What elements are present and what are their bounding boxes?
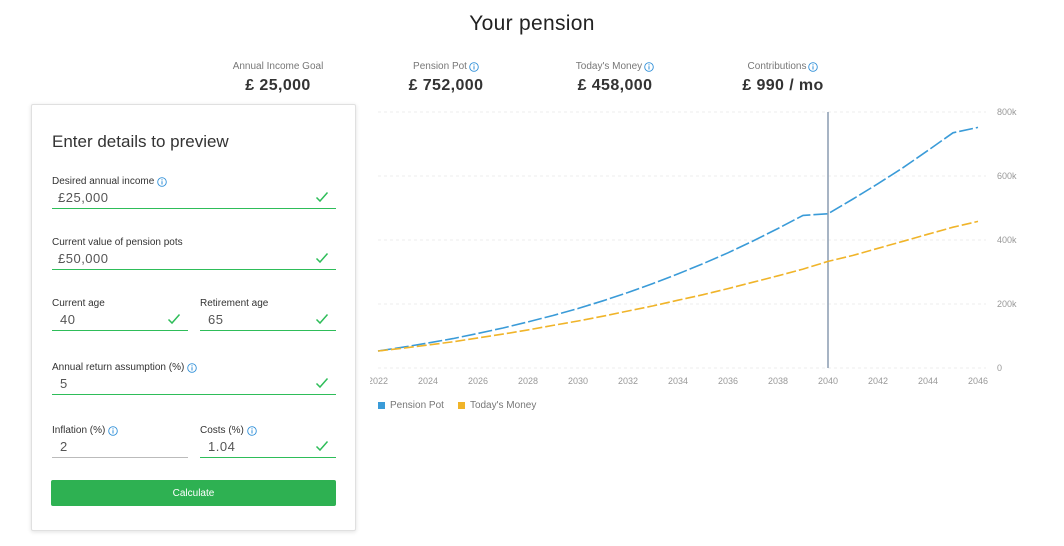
stat-annual-income-goal: Annual Income Goal £ 25,000 — [198, 56, 358, 95]
field-label: Desired annual income — [52, 176, 155, 187]
stat-value: £ 25,000 — [245, 77, 311, 94]
summary-stats: Annual Income Goal £ 25,000 Pension Pot … — [0, 56, 1064, 96]
stat-pension-pot: Pension Pot £ 752,000 — [366, 56, 526, 95]
calculate-button[interactable]: Calculate — [51, 480, 336, 506]
stat-label: Annual Income Goal — [232, 61, 324, 72]
legend-item-todays-money[interactable]: Today's Money — [457, 398, 537, 412]
legend-label: Pension Pot — [390, 399, 444, 411]
x-tick-label: 2026 — [468, 376, 488, 386]
x-tick-label: 2034 — [668, 376, 688, 386]
desired-income-field: Desired annual income — [52, 171, 336, 213]
y-tick-label: 600k — [997, 171, 1017, 181]
check-icon — [315, 312, 329, 325]
x-tick-label: 2044 — [918, 376, 938, 386]
y-tick-label: 0 — [997, 363, 1002, 373]
field-label: Costs (%) — [200, 425, 244, 436]
check-icon — [315, 251, 329, 264]
legend-swatch — [457, 401, 465, 409]
chart-legend: Pension Pot Today's Money — [378, 398, 536, 412]
legend-item-pension-pot[interactable]: Pension Pot — [378, 398, 444, 412]
desired-income-input[interactable] — [52, 187, 336, 209]
annual-return-field: Annual return assumption (%) — [52, 357, 336, 399]
x-tick-label: 2040 — [818, 376, 838, 386]
x-tick-label: 2024 — [418, 376, 438, 386]
field-label: Annual return assumption (%) — [52, 362, 185, 373]
stat-label: Contributions — [747, 61, 807, 72]
form-title: Enter details to preview — [52, 132, 229, 151]
legend-label: Today's Money — [469, 399, 537, 411]
info-icon[interactable] — [187, 362, 198, 373]
x-tick-label: 2036 — [718, 376, 738, 386]
pension-chart: 0 200k 400k 600k 800k 2022 2024 2026 2028 2030 203… — [370, 100, 1064, 430]
check-icon — [315, 376, 329, 389]
check-icon — [315, 439, 329, 452]
field-label: Current age — [52, 298, 105, 309]
stat-value: £ 752,000 — [408, 77, 484, 94]
current-age-field: Current age — [52, 293, 188, 335]
info-icon[interactable] — [808, 61, 819, 72]
field-label: Inflation (%) — [52, 425, 106, 436]
pension-value-input[interactable] — [52, 248, 336, 270]
y-tick-label: 400k — [997, 235, 1017, 245]
chart-svg: 0 200k 400k 600k 800k 2022 2024 2026 2028 2030 203… — [370, 107, 1017, 386]
y-tick-label: 200k — [997, 299, 1017, 309]
legend-swatch — [378, 401, 385, 409]
y-tick-label: 800k — [997, 107, 1017, 117]
inflation-input[interactable] — [52, 436, 188, 458]
retirement-age-field: Retirement age — [200, 293, 336, 335]
page-title: Your pension — [469, 12, 595, 35]
stat-todays-money: Today's Money £ 458,000 — [535, 56, 695, 95]
details-form-panel: Enter details to preview Desired annual … — [31, 104, 356, 531]
stat-value: £ 458,000 — [577, 77, 653, 94]
info-icon[interactable] — [469, 61, 479, 72]
stat-label: Pension Pot — [413, 61, 467, 72]
stat-label: Today's Money — [575, 61, 643, 72]
x-tick-label: 2030 — [568, 376, 588, 386]
x-tick-label: 2046 — [968, 376, 988, 386]
info-icon[interactable] — [108, 425, 119, 436]
inflation-field: Inflation (%) — [52, 420, 188, 462]
check-icon — [167, 312, 181, 325]
info-icon[interactable] — [247, 425, 257, 436]
check-icon — [315, 190, 329, 203]
field-label: Current value of pension pots — [52, 237, 183, 248]
costs-field: Costs (%) — [200, 420, 336, 462]
info-icon[interactable] — [644, 61, 654, 72]
series-line-todays-money — [377, 220, 979, 352]
x-tick-label: 2038 — [768, 376, 788, 386]
annual-return-input[interactable] — [52, 373, 336, 395]
x-tick-label: 2042 — [868, 376, 888, 386]
stat-value: £ 990 / mo — [742, 77, 824, 94]
info-icon[interactable] — [157, 176, 168, 187]
stat-contributions: Contributions £ 990 / mo — [703, 56, 863, 95]
pension-value-field: Current value of pension pots — [52, 232, 336, 274]
x-tick-label: 2022 — [370, 376, 388, 386]
series-line-pension-pot — [377, 126, 979, 352]
field-label: Retirement age — [200, 298, 269, 309]
x-tick-label: 2032 — [618, 376, 638, 386]
x-tick-label: 2028 — [518, 376, 538, 386]
